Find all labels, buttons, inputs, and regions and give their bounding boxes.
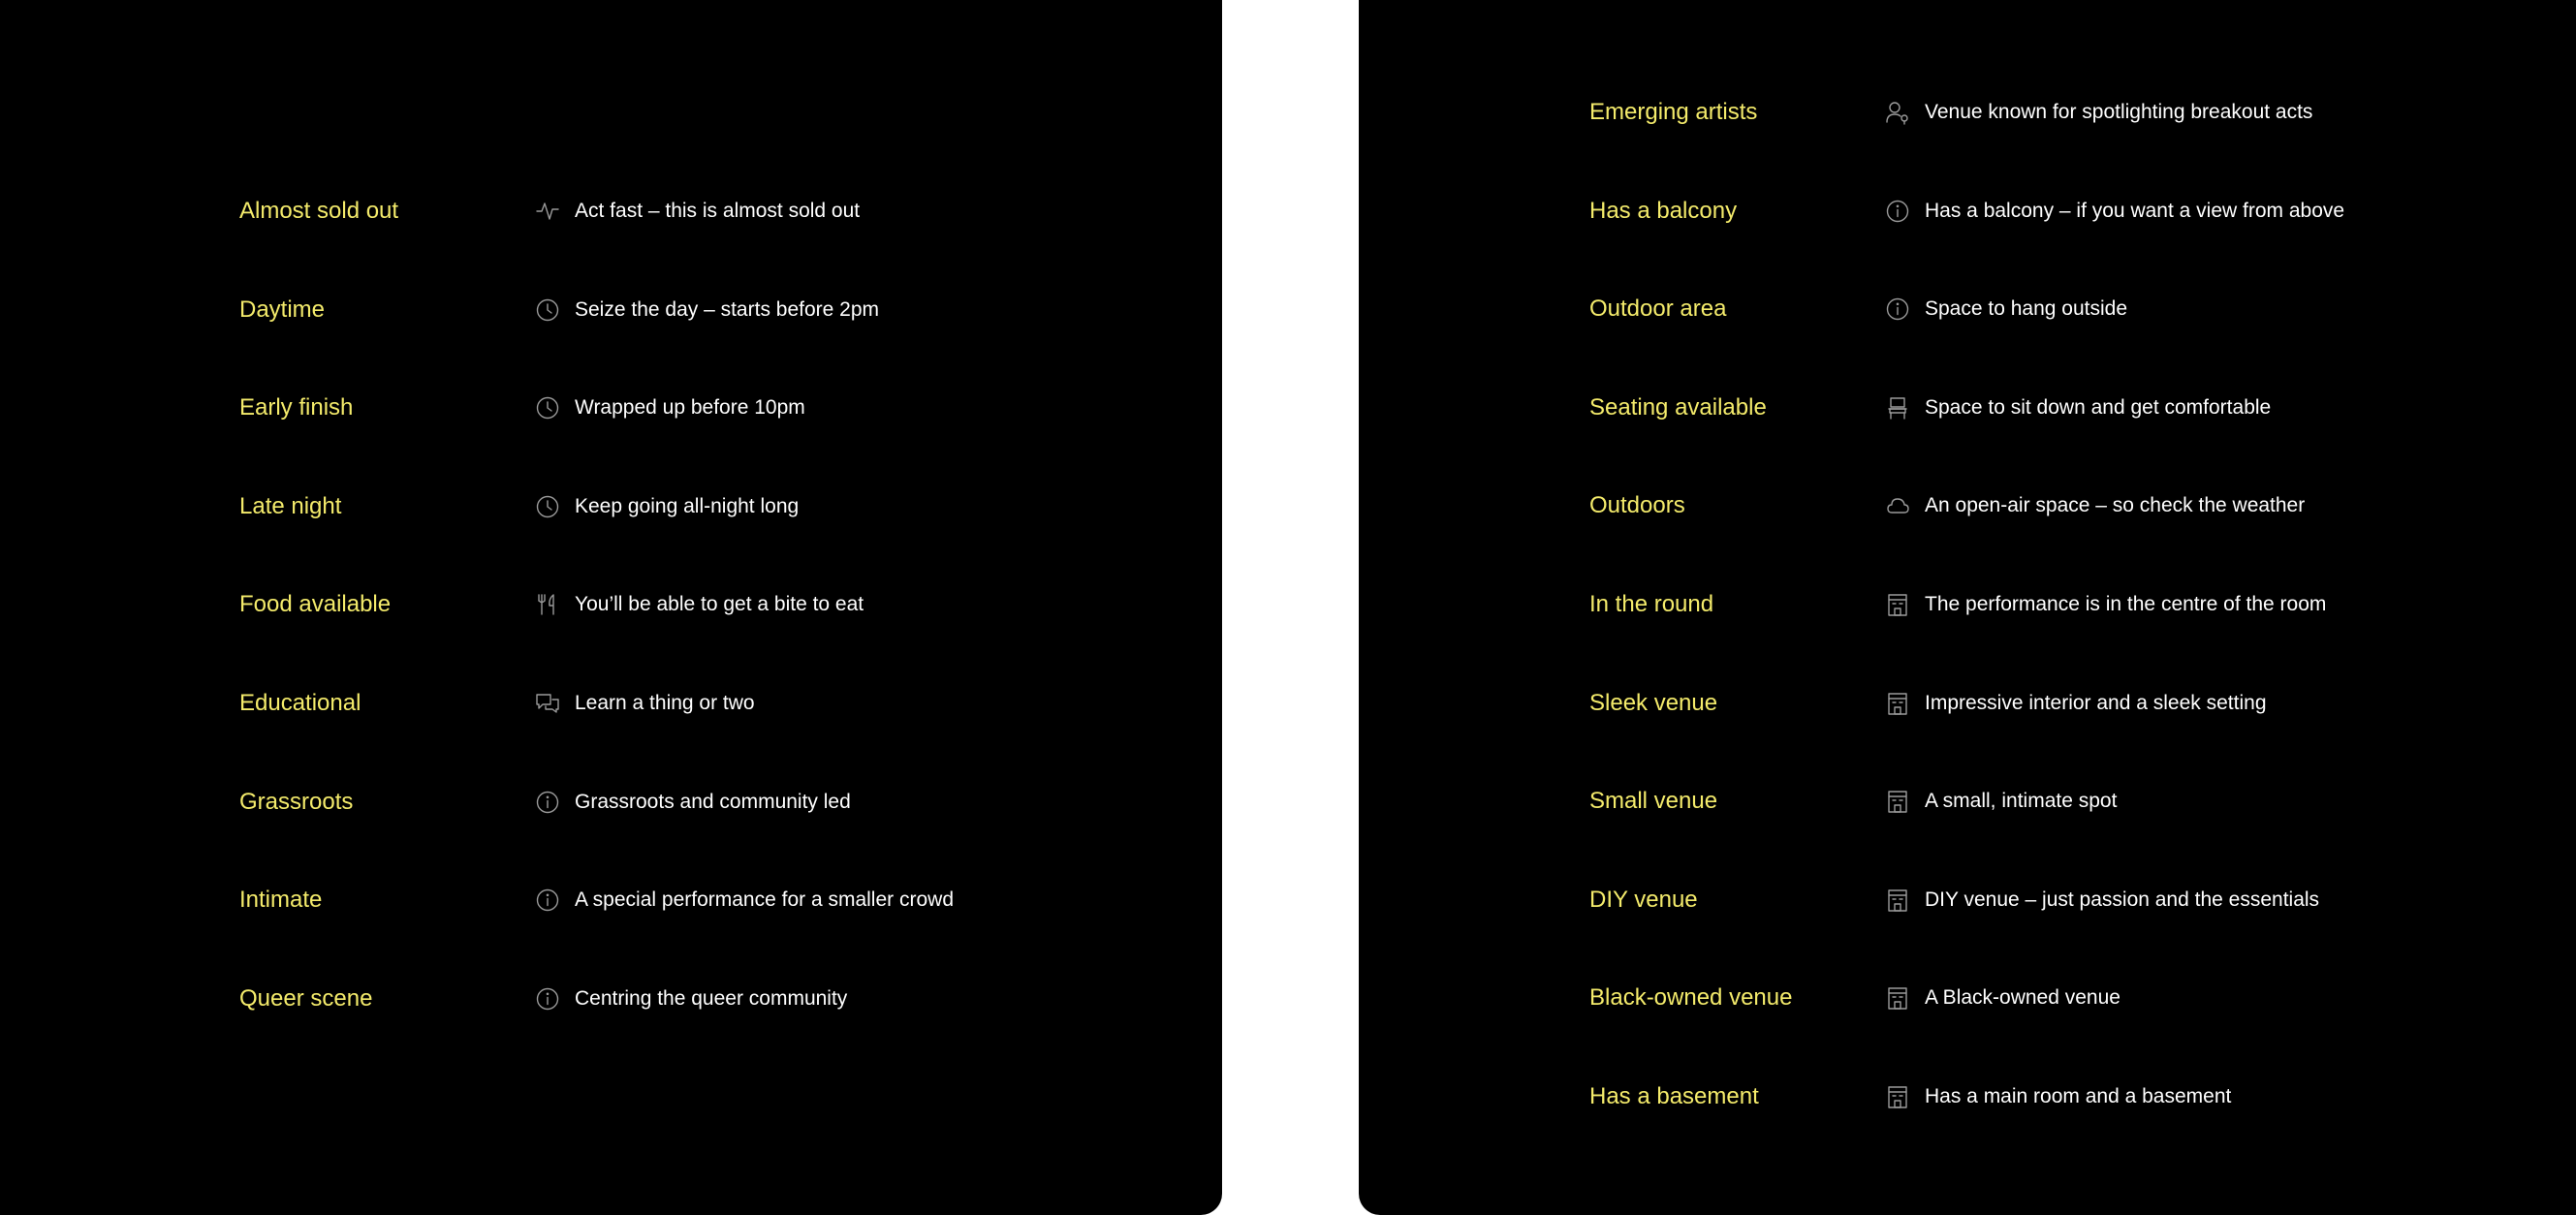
tag-label: DIY venue <box>1589 886 1698 913</box>
info-icon <box>534 985 561 1012</box>
clock-icon <box>534 394 561 421</box>
tag-description: Venue known for spotlighting breakout ac… <box>1925 101 2313 123</box>
list-item: Food available You’ll be able to get a bi… <box>239 576 1112 634</box>
building-icon <box>1884 788 1911 815</box>
tag-description: An open-air space – so check the weather <box>1925 494 2306 517</box>
info-icon <box>534 887 561 914</box>
activity-icon <box>534 198 561 225</box>
tag-label: Outdoor area <box>1589 296 1727 323</box>
tag-label: Seating available <box>1589 393 1767 421</box>
list-item: Emerging artists Venue known for spotligh… <box>1589 83 2510 141</box>
list-item: Early finish Wrapped up before 10pm <box>239 379 1112 437</box>
tag-description: Space to hang outside <box>1925 297 2127 321</box>
tag-description: Keep going all-night long <box>575 494 800 517</box>
tag-label: Late night <box>239 492 342 519</box>
chat-bubbles-icon <box>534 690 561 717</box>
tag-label: Has a basement <box>1589 1083 1759 1109</box>
list-item: Has a balcony Has a balcony – if you want… <box>1589 182 2510 240</box>
tag-label: Educational <box>239 690 361 716</box>
tag-label: Has a balcony <box>1589 197 1738 224</box>
tag-description: The performance is in the centre of the … <box>1925 593 2327 615</box>
list-item: In the round The performance is in the ce… <box>1589 576 2510 634</box>
building-icon <box>1884 591 1911 618</box>
tag-description: Wrapped up before 10pm <box>575 396 805 420</box>
tag-label: Food available <box>239 591 392 618</box>
tag-description: Learn a thing or two <box>575 692 755 714</box>
list-item: Seating available Space to sit down and g… <box>1589 379 2510 437</box>
list-item: Outdoor area Space to hang outside <box>1589 280 2510 338</box>
building-icon <box>1884 690 1911 717</box>
info-icon <box>1884 296 1911 323</box>
tag-label: In the round <box>1589 591 1714 617</box>
tag-description: Act fast – this is almost sold out <box>575 200 861 222</box>
list-item: Queer scene Centring the queer community <box>239 970 1112 1028</box>
tag-label: Outdoors <box>1589 492 1685 519</box>
tag-description: You’ll be able to get a bite to eat <box>575 593 864 616</box>
building-icon <box>1884 1083 1911 1110</box>
tag-label: Emerging artists <box>1589 99 1758 125</box>
tag-label: Small venue <box>1589 788 1718 815</box>
clock-icon <box>534 296 561 324</box>
tag-description: Seize the day – starts before 2pm <box>575 297 880 321</box>
building-icon <box>1884 984 1911 1012</box>
tag-label: Early finish <box>239 394 354 421</box>
user-star-icon <box>1884 99 1911 126</box>
list-item: Outdoors An open-air space – so check the… <box>1589 477 2510 535</box>
tag-description: Has a main room and a basement <box>1925 1085 2232 1107</box>
clock-icon <box>534 493 561 520</box>
tag-label: Sleek venue <box>1589 689 1718 716</box>
list-item: Sleek venue Impressive interior and a sle… <box>1589 674 2510 732</box>
tag-description: Grassroots and community led <box>575 790 851 813</box>
list-item: Black-owned venue A Black-owned venue <box>1589 969 2510 1027</box>
list-item: Late night Keep going all-night long <box>239 478 1112 536</box>
tag-label: Intimate <box>239 887 323 914</box>
tag-label: Almost sold out <box>239 198 399 224</box>
tag-description: A small, intimate spot <box>1925 790 2118 813</box>
tag-label: Daytime <box>239 296 326 323</box>
cloud-icon <box>1884 492 1911 519</box>
tag-label: Grassroots <box>239 788 354 815</box>
list-item: Has a basement Has a main room and a base… <box>1589 1068 2510 1126</box>
cutlery-icon <box>534 591 561 618</box>
tag-description: DIY venue – just passion and the essenti… <box>1925 888 2320 911</box>
tag-description: A Black-owned venue <box>1925 986 2120 1010</box>
tag-description: A special performance for a smaller crow… <box>575 888 954 912</box>
list-item: Daytime Seize the day – starts before 2pm <box>239 281 1112 339</box>
list-item: Grassroots Grassroots and community led <box>239 773 1112 831</box>
tag-description: Has a balcony – if you want a view from … <box>1925 199 2345 222</box>
tag-description: Space to sit down and get comfortable <box>1925 395 2272 419</box>
list-item: Almost sold out Act fast – this is almost… <box>239 182 1112 240</box>
seat-icon <box>1884 394 1911 421</box>
tag-label: Black-owned venue <box>1589 984 1793 1012</box>
building-icon <box>1884 887 1911 914</box>
tag-description: Centring the queer community <box>575 986 848 1010</box>
tag-label: Queer scene <box>239 984 373 1012</box>
list-item: DIY venue DIY venue – just passion and th… <box>1589 871 2510 929</box>
tag-description: Impressive interior and a sleek setting <box>1925 691 2267 714</box>
list-item: Intimate A special performance for a smal… <box>239 871 1112 929</box>
info-icon <box>534 789 561 816</box>
list-item: Small venue A small, intimate spot <box>1589 772 2510 830</box>
list-item: Educational Learn a thing or two <box>239 674 1112 732</box>
info-icon <box>1884 198 1911 225</box>
